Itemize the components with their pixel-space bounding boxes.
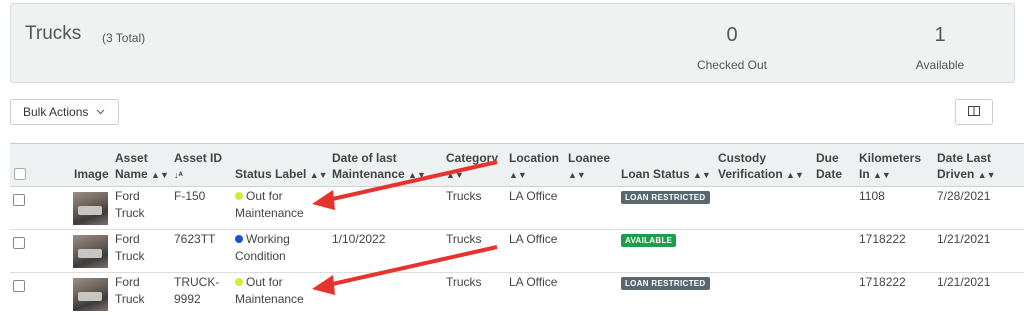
annotation-arrows <box>312 160 498 295</box>
annotation-arrow <box>312 245 498 295</box>
annotation-arrow <box>312 160 498 210</box>
